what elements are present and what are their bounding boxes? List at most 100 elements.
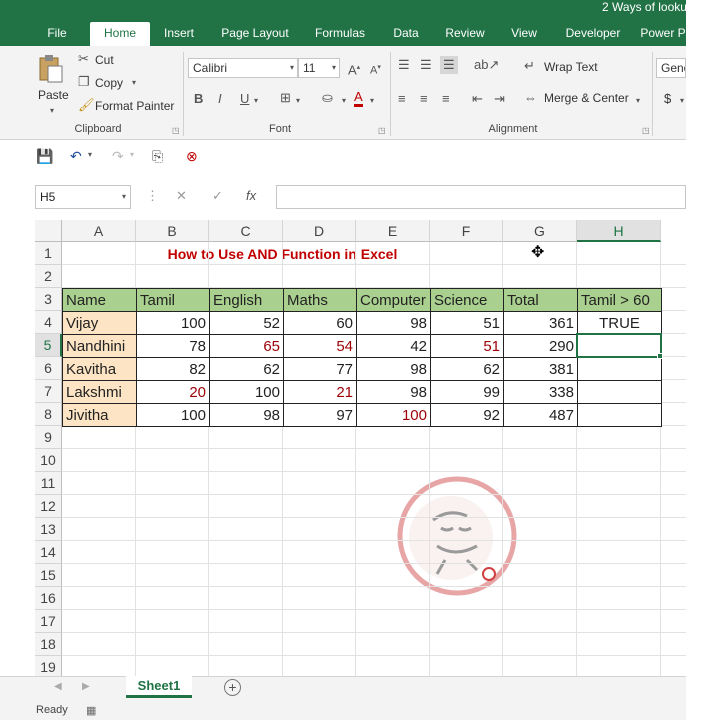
row-header-10[interactable]: 10 (35, 449, 62, 472)
value-cell[interactable]: 100 (209, 380, 284, 404)
value-cell[interactable]: 99 (430, 380, 504, 404)
row-header-11[interactable]: 11 (35, 472, 62, 495)
decrease-font-icon[interactable]: A▾ (370, 61, 381, 78)
header-cell[interactable]: English (209, 288, 284, 312)
increase-indent-icon[interactable]: ⇥ (494, 92, 505, 106)
align-left-icon[interactable]: ≡ (398, 92, 406, 106)
select-all-button[interactable] (35, 220, 62, 242)
tab-home[interactable]: Home (90, 22, 150, 46)
copy-button[interactable]: Copy (95, 76, 123, 90)
column-header-e[interactable]: E (356, 220, 430, 242)
value-cell[interactable]: 77 (283, 357, 357, 381)
bold-button[interactable]: B (194, 92, 203, 106)
row-header-18[interactable]: 18 (35, 633, 62, 656)
row-header-6[interactable]: 6 (35, 357, 62, 380)
value-cell[interactable]: 62 (209, 357, 284, 381)
header-cell[interactable]: Science (430, 288, 504, 312)
font-color-dropdown-icon[interactable]: ▾ (370, 94, 374, 108)
font-size-combo[interactable]: 11 ▾ (298, 58, 340, 78)
currency-dropdown-icon[interactable]: ▾ (680, 94, 684, 108)
header-cell[interactable]: Tamil > 60 (577, 288, 662, 312)
name-cell[interactable]: Vijay (62, 311, 137, 335)
value-cell[interactable]: 487 (503, 403, 578, 427)
row-header-5[interactable]: 5 (35, 334, 62, 357)
copy-icon[interactable]: ❐ (78, 75, 90, 89)
name-cell[interactable]: Nandhini (62, 334, 137, 358)
wrap-text-icon[interactable]: ↵ (524, 59, 535, 73)
value-cell[interactable]: 51 (430, 334, 504, 358)
font-launcher-icon[interactable]: ◳ (378, 126, 386, 135)
formula-input[interactable] (276, 185, 686, 209)
clipboard-launcher-icon[interactable]: ◳ (172, 126, 180, 135)
value-cell[interactable]: 21 (283, 380, 357, 404)
merge-dropdown-icon[interactable]: ▾ (636, 94, 640, 108)
header-cell[interactable]: Computer (356, 288, 431, 312)
save-icon[interactable]: 💾 (36, 148, 53, 165)
paste-icon[interactable] (38, 54, 64, 84)
row-header-14[interactable]: 14 (35, 541, 62, 564)
column-header-a[interactable]: A (62, 220, 136, 242)
value-cell[interactable]: 100 (136, 311, 210, 335)
borders-dropdown-icon[interactable]: ▾ (296, 94, 300, 108)
underline-button[interactable]: U (240, 92, 249, 106)
tab-review[interactable]: Review (438, 22, 492, 46)
name-cell[interactable]: Kavitha (62, 357, 137, 381)
fill-dropdown-icon[interactable]: ▾ (342, 94, 346, 108)
italic-button[interactable]: I (218, 92, 222, 106)
value-cell[interactable]: 381 (503, 357, 578, 381)
row-header-2[interactable]: 2 (35, 265, 62, 288)
name-box[interactable]: H5 ▾ (35, 185, 131, 209)
tab-view[interactable]: View (504, 22, 544, 46)
paste-button[interactable]: Paste (38, 88, 69, 102)
value-cell[interactable]: 92 (430, 403, 504, 427)
copy-dropdown-icon[interactable]: ▾ (132, 76, 136, 90)
value-cell[interactable]: 98 (356, 311, 431, 335)
value-cell[interactable]: 65 (209, 334, 284, 358)
tab-data[interactable]: Data (384, 22, 428, 46)
align-top-icon[interactable]: ☰ (398, 58, 410, 72)
value-cell[interactable]: 20 (136, 380, 210, 404)
format-painter-icon[interactable]: 🖌 (78, 98, 95, 112)
value-cell[interactable]: 100 (136, 403, 210, 427)
paste-dropdown-icon[interactable]: ▾ (50, 104, 54, 118)
column-header-g[interactable]: G (503, 220, 577, 242)
value-cell[interactable]: 82 (136, 357, 210, 381)
merge-center-icon[interactable]: ⇔ (524, 91, 537, 105)
row-header-16[interactable]: 16 (35, 587, 62, 610)
close-print-icon[interactable]: ⊗ (186, 148, 198, 165)
merge-center-button[interactable]: Merge & Center (544, 91, 629, 105)
align-bottom-icon[interactable]: ☰ (440, 56, 458, 74)
tab-page-layout[interactable]: Page Layout (214, 22, 296, 46)
row-header-12[interactable]: 12 (35, 495, 62, 518)
column-header-f[interactable]: F (430, 220, 503, 242)
value-cell[interactable]: 52 (209, 311, 284, 335)
decrease-indent-icon[interactable]: ⇤ (472, 92, 483, 106)
row-header-15[interactable]: 15 (35, 564, 62, 587)
scissors-icon[interactable]: ✂ (78, 52, 89, 66)
name-cell[interactable]: Jivitha (62, 403, 137, 427)
macro-record-icon[interactable]: ▦ (86, 704, 96, 717)
value-cell[interactable]: 338 (503, 380, 578, 404)
value-cell[interactable]: 51 (430, 311, 504, 335)
undo-icon[interactable]: ↶ (70, 148, 82, 165)
sheet-tab-sheet1[interactable]: Sheet1 (126, 676, 192, 698)
row-header-7[interactable]: 7 (35, 380, 62, 403)
name-cell[interactable]: Lakshmi (62, 380, 137, 404)
value-cell[interactable] (577, 357, 662, 381)
column-header-h[interactable]: H (577, 220, 661, 242)
row-header-17[interactable]: 17 (35, 610, 62, 633)
align-right-icon[interactable]: ≡ (442, 92, 450, 106)
column-header-c[interactable]: C (209, 220, 283, 242)
font-color-icon[interactable]: A (354, 90, 363, 107)
header-cell[interactable]: Maths (283, 288, 357, 312)
value-cell[interactable] (577, 380, 662, 404)
row-header-8[interactable]: 8 (35, 403, 62, 426)
align-middle-icon[interactable]: ☰ (420, 58, 432, 72)
next-sheet-icon[interactable]: ▶ (82, 681, 90, 692)
redo-dropdown-icon[interactable]: ▾ (130, 150, 134, 159)
row-header-13[interactable]: 13 (35, 518, 62, 541)
value-cell[interactable]: 98 (356, 380, 431, 404)
tab-file[interactable]: File (36, 22, 78, 46)
value-cell[interactable]: TRUE (577, 311, 662, 335)
value-cell[interactable]: 60 (283, 311, 357, 335)
